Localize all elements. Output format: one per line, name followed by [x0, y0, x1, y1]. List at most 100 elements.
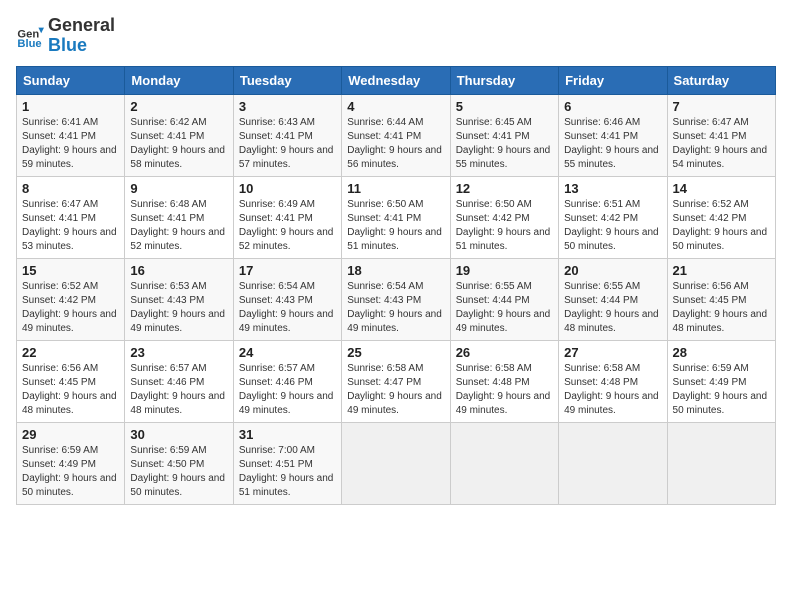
calendar-cell: 14 Sunrise: 6:52 AMSunset: 4:42 PMDaylig… [667, 176, 775, 258]
day-info: Sunrise: 6:56 AMSunset: 4:45 PMDaylight:… [673, 280, 770, 336]
day-info: Sunrise: 6:44 AMSunset: 4:41 PMDaylight:… [347, 116, 444, 172]
day-info: Sunrise: 6:57 AMSunset: 4:46 PMDaylight:… [239, 362, 336, 418]
day-number: 2 [130, 99, 227, 114]
calendar-cell [342, 422, 450, 504]
logo-text: GeneralBlue [48, 16, 115, 56]
header-saturday: Saturday [667, 66, 775, 94]
page-header: Gen Blue GeneralBlue [16, 16, 776, 56]
day-info: Sunrise: 6:50 AMSunset: 4:42 PMDaylight:… [456, 198, 553, 254]
calendar-cell [559, 422, 667, 504]
day-info: Sunrise: 6:45 AMSunset: 4:41 PMDaylight:… [456, 116, 553, 172]
calendar-cell: 4 Sunrise: 6:44 AMSunset: 4:41 PMDayligh… [342, 94, 450, 176]
calendar-cell: 3 Sunrise: 6:43 AMSunset: 4:41 PMDayligh… [233, 94, 341, 176]
day-info: Sunrise: 6:52 AMSunset: 4:42 PMDaylight:… [673, 198, 770, 254]
day-number: 15 [22, 263, 119, 278]
day-info: Sunrise: 6:55 AMSunset: 4:44 PMDaylight:… [564, 280, 661, 336]
calendar-week-5: 29 Sunrise: 6:59 AMSunset: 4:49 PMDaylig… [17, 422, 776, 504]
calendar-cell: 1 Sunrise: 6:41 AMSunset: 4:41 PMDayligh… [17, 94, 125, 176]
day-number: 31 [239, 427, 336, 442]
day-number: 22 [22, 345, 119, 360]
header-tuesday: Tuesday [233, 66, 341, 94]
calendar-week-4: 22 Sunrise: 6:56 AMSunset: 4:45 PMDaylig… [17, 340, 776, 422]
day-number: 19 [456, 263, 553, 278]
logo: Gen Blue GeneralBlue [16, 16, 115, 56]
day-info: Sunrise: 6:54 AMSunset: 4:43 PMDaylight:… [239, 280, 336, 336]
calendar-cell: 24 Sunrise: 6:57 AMSunset: 4:46 PMDaylig… [233, 340, 341, 422]
day-number: 14 [673, 181, 770, 196]
calendar-week-3: 15 Sunrise: 6:52 AMSunset: 4:42 PMDaylig… [17, 258, 776, 340]
calendar-cell: 9 Sunrise: 6:48 AMSunset: 4:41 PMDayligh… [125, 176, 233, 258]
calendar-cell: 17 Sunrise: 6:54 AMSunset: 4:43 PMDaylig… [233, 258, 341, 340]
day-info: Sunrise: 6:46 AMSunset: 4:41 PMDaylight:… [564, 116, 661, 172]
calendar-week-2: 8 Sunrise: 6:47 AMSunset: 4:41 PMDayligh… [17, 176, 776, 258]
calendar-cell: 25 Sunrise: 6:58 AMSunset: 4:47 PMDaylig… [342, 340, 450, 422]
day-info: Sunrise: 6:56 AMSunset: 4:45 PMDaylight:… [22, 362, 119, 418]
day-info: Sunrise: 6:47 AMSunset: 4:41 PMDaylight:… [22, 198, 119, 254]
day-number: 12 [456, 181, 553, 196]
day-number: 28 [673, 345, 770, 360]
day-number: 5 [456, 99, 553, 114]
calendar-cell: 16 Sunrise: 6:53 AMSunset: 4:43 PMDaylig… [125, 258, 233, 340]
day-number: 8 [22, 181, 119, 196]
calendar-cell: 23 Sunrise: 6:57 AMSunset: 4:46 PMDaylig… [125, 340, 233, 422]
svg-text:Blue: Blue [17, 38, 41, 50]
calendar-cell: 18 Sunrise: 6:54 AMSunset: 4:43 PMDaylig… [342, 258, 450, 340]
calendar-cell: 5 Sunrise: 6:45 AMSunset: 4:41 PMDayligh… [450, 94, 558, 176]
day-info: Sunrise: 6:55 AMSunset: 4:44 PMDaylight:… [456, 280, 553, 336]
calendar-cell: 26 Sunrise: 6:58 AMSunset: 4:48 PMDaylig… [450, 340, 558, 422]
day-number: 29 [22, 427, 119, 442]
header-sunday: Sunday [17, 66, 125, 94]
calendar-table: SundayMondayTuesdayWednesdayThursdayFrid… [16, 66, 776, 505]
day-info: Sunrise: 6:43 AMSunset: 4:41 PMDaylight:… [239, 116, 336, 172]
day-number: 7 [673, 99, 770, 114]
day-number: 17 [239, 263, 336, 278]
day-info: Sunrise: 6:59 AMSunset: 4:50 PMDaylight:… [130, 444, 227, 500]
calendar-cell: 21 Sunrise: 6:56 AMSunset: 4:45 PMDaylig… [667, 258, 775, 340]
header-friday: Friday [559, 66, 667, 94]
day-info: Sunrise: 7:00 AMSunset: 4:51 PMDaylight:… [239, 444, 336, 500]
calendar-week-1: 1 Sunrise: 6:41 AMSunset: 4:41 PMDayligh… [17, 94, 776, 176]
day-number: 30 [130, 427, 227, 442]
day-info: Sunrise: 6:59 AMSunset: 4:49 PMDaylight:… [673, 362, 770, 418]
day-number: 9 [130, 181, 227, 196]
calendar-cell [450, 422, 558, 504]
calendar-cell: 13 Sunrise: 6:51 AMSunset: 4:42 PMDaylig… [559, 176, 667, 258]
day-number: 11 [347, 181, 444, 196]
day-number: 26 [456, 345, 553, 360]
day-number: 25 [347, 345, 444, 360]
calendar-header-row: SundayMondayTuesdayWednesdayThursdayFrid… [17, 66, 776, 94]
calendar-cell: 29 Sunrise: 6:59 AMSunset: 4:49 PMDaylig… [17, 422, 125, 504]
day-number: 13 [564, 181, 661, 196]
day-info: Sunrise: 6:50 AMSunset: 4:41 PMDaylight:… [347, 198, 444, 254]
day-info: Sunrise: 6:52 AMSunset: 4:42 PMDaylight:… [22, 280, 119, 336]
day-info: Sunrise: 6:47 AMSunset: 4:41 PMDaylight:… [673, 116, 770, 172]
day-info: Sunrise: 6:59 AMSunset: 4:49 PMDaylight:… [22, 444, 119, 500]
day-info: Sunrise: 6:58 AMSunset: 4:47 PMDaylight:… [347, 362, 444, 418]
general-blue-icon: Gen Blue [16, 22, 44, 50]
day-info: Sunrise: 6:48 AMSunset: 4:41 PMDaylight:… [130, 198, 227, 254]
header-monday: Monday [125, 66, 233, 94]
day-info: Sunrise: 6:58 AMSunset: 4:48 PMDaylight:… [564, 362, 661, 418]
day-info: Sunrise: 6:41 AMSunset: 4:41 PMDaylight:… [22, 116, 119, 172]
calendar-cell: 27 Sunrise: 6:58 AMSunset: 4:48 PMDaylig… [559, 340, 667, 422]
day-number: 18 [347, 263, 444, 278]
day-info: Sunrise: 6:42 AMSunset: 4:41 PMDaylight:… [130, 116, 227, 172]
day-number: 24 [239, 345, 336, 360]
day-number: 10 [239, 181, 336, 196]
day-number: 3 [239, 99, 336, 114]
day-info: Sunrise: 6:54 AMSunset: 4:43 PMDaylight:… [347, 280, 444, 336]
calendar-cell: 19 Sunrise: 6:55 AMSunset: 4:44 PMDaylig… [450, 258, 558, 340]
day-info: Sunrise: 6:53 AMSunset: 4:43 PMDaylight:… [130, 280, 227, 336]
day-number: 16 [130, 263, 227, 278]
day-number: 21 [673, 263, 770, 278]
calendar-cell: 6 Sunrise: 6:46 AMSunset: 4:41 PMDayligh… [559, 94, 667, 176]
calendar-cell: 20 Sunrise: 6:55 AMSunset: 4:44 PMDaylig… [559, 258, 667, 340]
calendar-cell: 31 Sunrise: 7:00 AMSunset: 4:51 PMDaylig… [233, 422, 341, 504]
day-number: 4 [347, 99, 444, 114]
calendar-cell: 11 Sunrise: 6:50 AMSunset: 4:41 PMDaylig… [342, 176, 450, 258]
day-number: 23 [130, 345, 227, 360]
calendar-cell: 28 Sunrise: 6:59 AMSunset: 4:49 PMDaylig… [667, 340, 775, 422]
calendar-cell [667, 422, 775, 504]
day-info: Sunrise: 6:49 AMSunset: 4:41 PMDaylight:… [239, 198, 336, 254]
calendar-cell: 7 Sunrise: 6:47 AMSunset: 4:41 PMDayligh… [667, 94, 775, 176]
